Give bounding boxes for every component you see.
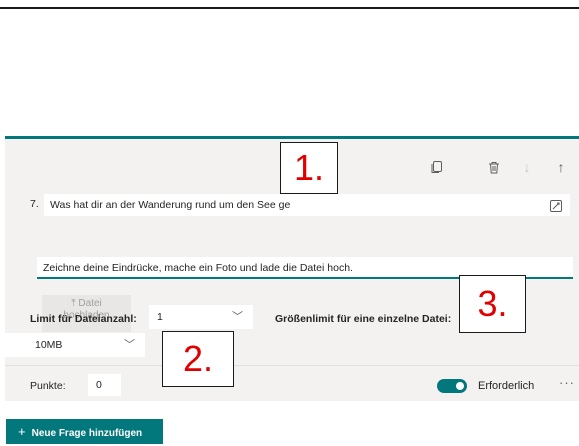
chevron-down-icon: ﹀ xyxy=(232,311,243,323)
question-number: 7. xyxy=(30,198,39,210)
insert-image-icon[interactable] xyxy=(550,197,562,219)
upload-icon: ⤒ Datei xyxy=(71,298,102,309)
question-title-input[interactable]: Was hat dir an der Wanderung rund um den… xyxy=(44,194,570,216)
add-question-label: Neue Frage hinzufügen xyxy=(31,428,143,439)
callout-3-text: 3. xyxy=(477,283,508,324)
points-input[interactable]: 0 xyxy=(88,374,121,396)
file-limit-value: 1 xyxy=(157,311,163,323)
required-toggle[interactable] xyxy=(437,379,467,393)
points-label: Punkte: xyxy=(30,380,66,392)
add-question-button[interactable]: + Neue Frage hinzufügen xyxy=(6,419,163,444)
size-limit-value: 10MB xyxy=(35,339,63,351)
callout-box-1: 1. xyxy=(280,142,338,194)
arrow-up-icon[interactable]: ↑ xyxy=(553,159,569,175)
callout-box-2: 2. xyxy=(162,331,234,387)
callout-1-text: 1. xyxy=(293,147,325,188)
required-label: Erforderlich xyxy=(478,380,535,392)
callout-box-3: 3. xyxy=(459,275,526,333)
plus-icon: + xyxy=(18,424,26,439)
blank-area xyxy=(0,9,579,136)
upload-label-line1: Datei xyxy=(78,298,102,309)
more-options-icon[interactable]: ··· xyxy=(559,375,575,390)
size-limit-select[interactable]: 10MB ﹀ xyxy=(5,333,145,357)
copy-icon[interactable] xyxy=(429,159,445,175)
card-divider xyxy=(5,365,579,366)
chevron-down-icon: ﹀ xyxy=(124,339,135,351)
size-limit-label: Größenlimit für eine einzelne Datei: xyxy=(275,313,452,325)
question-row: 7. Was hat dir an der Wanderung rund um … xyxy=(5,194,579,216)
arrow-down-icon[interactable]: ↓ xyxy=(519,159,535,175)
trash-icon[interactable] xyxy=(486,159,502,175)
file-limit-select[interactable]: 1 ﹀ xyxy=(149,305,253,329)
toggle-knob xyxy=(456,382,464,390)
question-title-text: Was hat dir an der Wanderung rund um den… xyxy=(50,199,291,211)
callout-2-text: 2. xyxy=(182,338,214,379)
file-limit-label: Limit für Dateianzahl: xyxy=(30,313,137,325)
